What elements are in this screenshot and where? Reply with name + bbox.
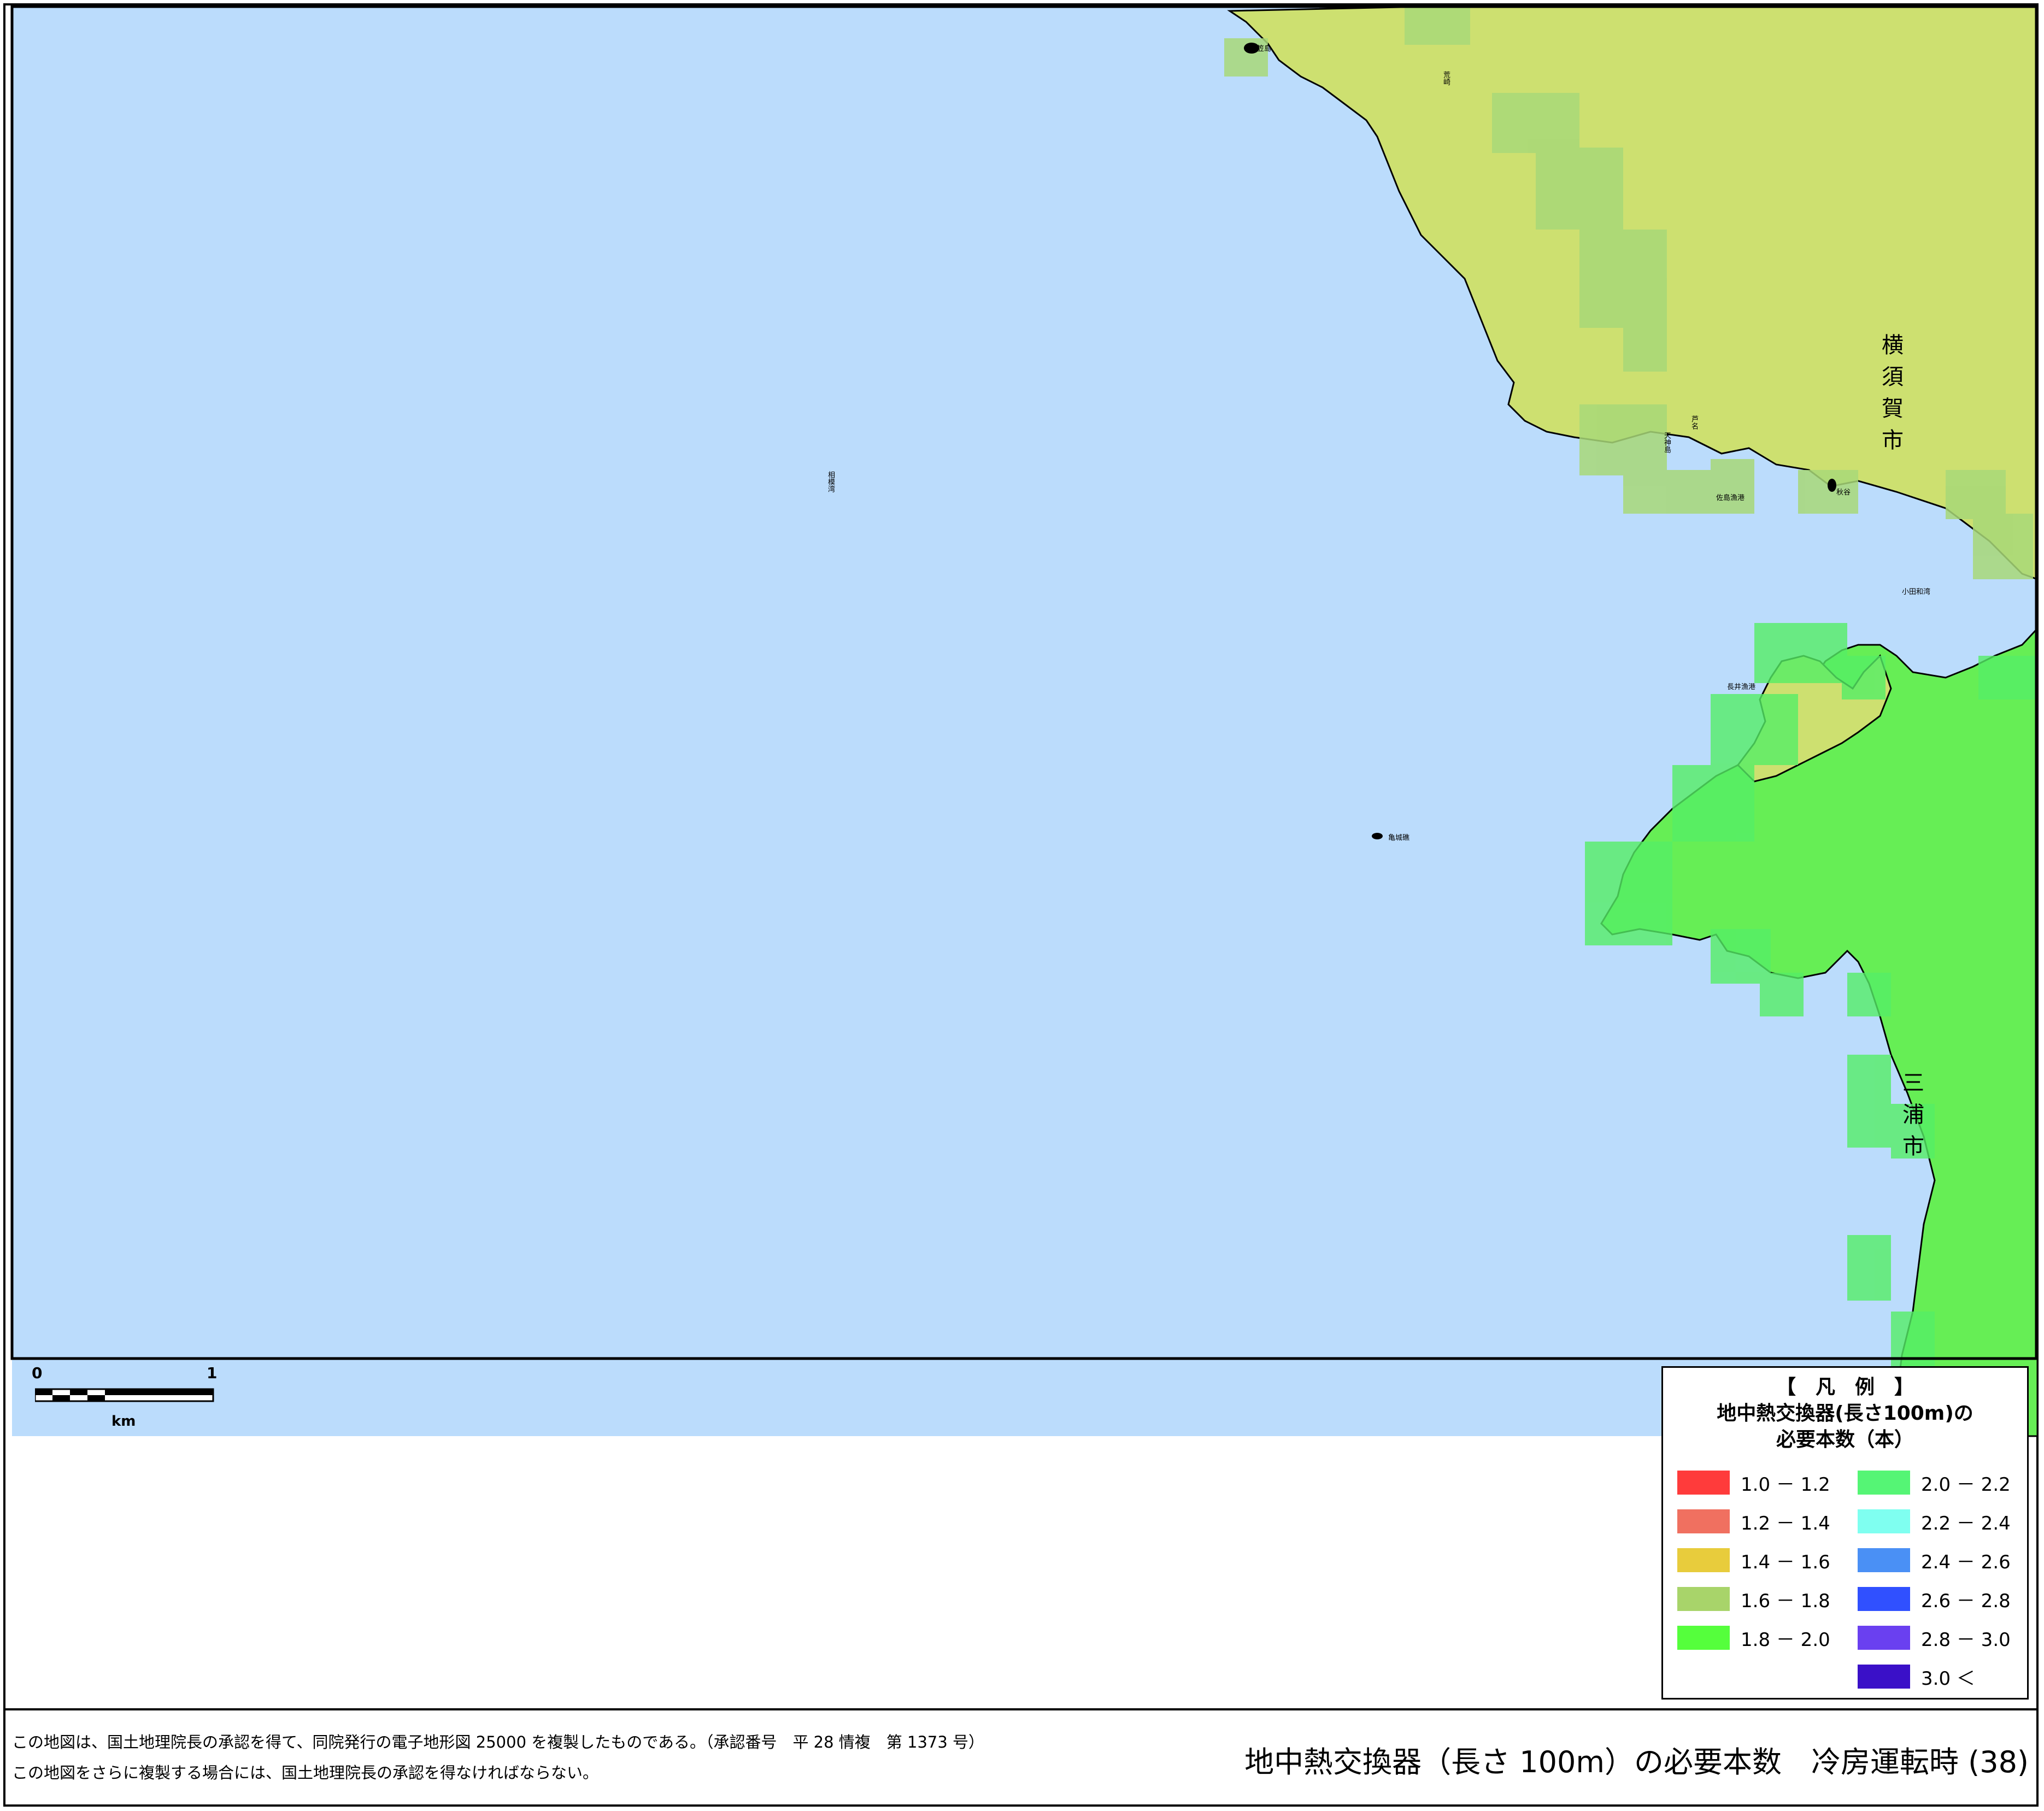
legend-range-label: 3.0 ＜: [1921, 1667, 1975, 1690]
scale-bar-graphic: [35, 1388, 214, 1402]
legend-range-label: 2.4 － 2.6: [1921, 1551, 2011, 1573]
legend-swatch: [1677, 1471, 1730, 1495]
legend-item: 3.0 ＜: [1858, 1665, 1975, 1690]
footer-note-line1: この地図は、国土地理院長の承認を得て、同院発行の電子地形図 25000 を複製し…: [12, 1733, 985, 1751]
legend-swatch: [1677, 1509, 1730, 1533]
legend: 【 凡 例 】 地中熱交換器(長さ100m)の 必要本数（本） 1.0 － 1.…: [1661, 1366, 2029, 1700]
legend-range-label: 1.8 － 2.0: [1741, 1628, 1830, 1651]
legend-range-label: 2.0 － 2.2: [1921, 1473, 2011, 1496]
legend-swatch: [1677, 1626, 1730, 1650]
footer-divider: [3, 1708, 2039, 1710]
legend-range-label: 2.6 － 2.8: [1921, 1590, 2011, 1612]
footer-note: この地図は、国土地理院長の承認を得て、同院発行の電子地形図 25000 を複製し…: [12, 1727, 984, 1788]
legend-swatch: [1858, 1587, 1910, 1611]
legend-range-label: 1.4 － 1.6: [1741, 1551, 1830, 1573]
legend-item: 1.8 － 2.0: [1677, 1626, 1830, 1651]
legend-title-line1: 地中熱交換器(長さ100m)の: [1717, 1402, 1973, 1425]
legend-range-label: 2.8 － 3.0: [1921, 1628, 2011, 1651]
legend-swatch: [1858, 1548, 1910, 1572]
legend-item: 1.2 － 1.4: [1677, 1509, 1830, 1534]
label-kasashima: 笠島: [1257, 45, 1272, 53]
scale-bar: 0 1 km: [27, 1364, 235, 1440]
legend-heading: 【 凡 例 】: [1776, 1376, 1914, 1398]
legend-item: 2.4 － 2.6: [1858, 1548, 2011, 1573]
footer-title: 地中熱交換器（長さ 100m）の必要本数 冷房運転時 (38): [1244, 1745, 2029, 1779]
legend-item: 2.8 － 3.0: [1858, 1626, 2011, 1651]
legend-swatch: [1858, 1665, 1910, 1689]
legend-swatch: [1858, 1626, 1910, 1650]
legend-item: 1.6 － 1.8: [1677, 1587, 1830, 1612]
label-ashina: 芦名: [1690, 415, 1698, 430]
legend-swatch: [1858, 1471, 1910, 1495]
legend-item: 1.4 － 1.6: [1677, 1548, 1830, 1573]
label-miura-city: 三浦市: [1899, 1071, 1924, 1166]
legend-swatch: [1858, 1509, 1910, 1533]
legend-item: 2.2 － 2.4: [1858, 1509, 2011, 1534]
footer-note-line2: この地図をさらに複製する場合には、国土地理院長の承認を得なければならない。: [12, 1763, 599, 1782]
legend-range-label: 2.2 － 2.4: [1921, 1512, 2011, 1534]
legend-item: 2.6 － 2.8: [1858, 1587, 2011, 1612]
label-sajima-port: 佐島漁港: [1716, 494, 1745, 502]
label-nagai-port: 長井漁港: [1727, 683, 1756, 691]
islet-kamegi: [1372, 833, 1383, 839]
scale-tick-start: 0: [32, 1364, 43, 1382]
scale-unit: km: [111, 1413, 136, 1430]
map-canvas[interactable]: [0, 0, 2044, 1443]
legend-range-label: 1.6 － 1.8: [1741, 1590, 1830, 1612]
label-sagami-bay: 相模湾: [826, 471, 835, 492]
legend-swatch: [1677, 1587, 1730, 1611]
label-yokosuka-city: 横須賀市: [1878, 333, 1903, 460]
islet-near-sajima: [1828, 479, 1836, 492]
map-panel[interactable]: 笠島 荒崎 亀城礁 長井漁港 佐島漁港 天神島 芦名 相模湾 小田和湾 秋谷 横…: [0, 0, 2044, 1443]
legend-swatch: [1677, 1548, 1730, 1572]
legend-item: 2.0 － 2.2: [1858, 1471, 2011, 1496]
label-akiya: 秋谷: [1836, 489, 1851, 497]
label-tenjinjima: 天神島: [1663, 432, 1671, 453]
legend-range-label: 1.0 － 1.2: [1741, 1473, 1830, 1496]
scale-tick-end: 1: [207, 1364, 218, 1382]
legend-title-line2: 必要本数（本）: [1776, 1428, 1914, 1451]
label-odawa-bay: 小田和湾: [1902, 588, 1931, 596]
label-arasaki: 荒崎: [1442, 71, 1450, 85]
legend-range-label: 1.2 － 1.4: [1741, 1512, 1830, 1534]
label-kamegi-reef: 亀城礁: [1388, 834, 1410, 842]
legend-item: 1.0 － 1.2: [1677, 1471, 1830, 1496]
